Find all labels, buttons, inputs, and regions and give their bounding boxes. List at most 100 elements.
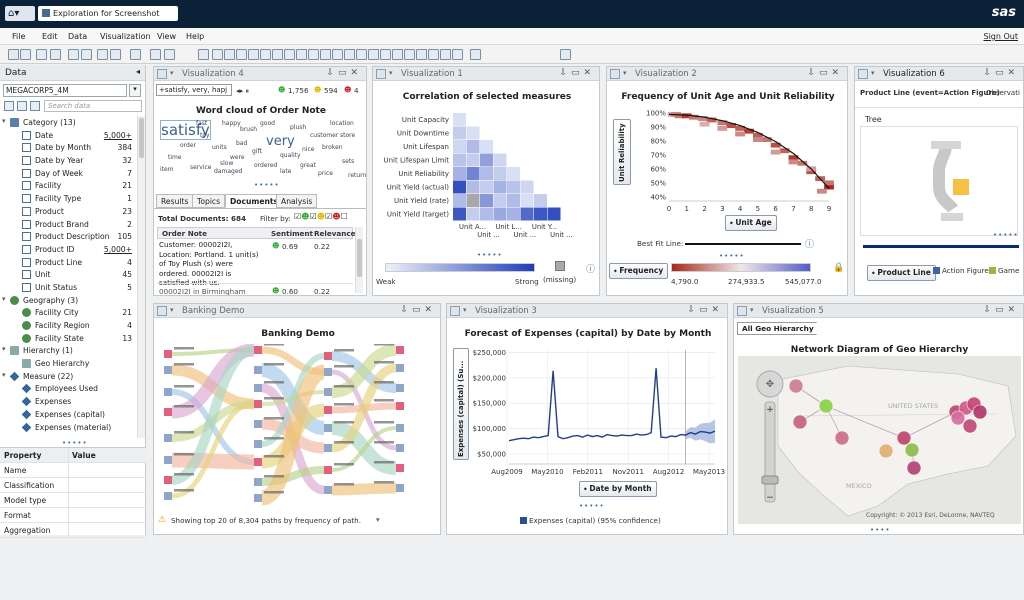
toolbar-button-icon[interactable] bbox=[380, 49, 391, 60]
data-source-select[interactable]: MEGACORP5_4M bbox=[3, 84, 127, 97]
toolbar-button-icon[interactable] bbox=[272, 49, 283, 60]
toolbar-button-icon[interactable] bbox=[8, 49, 19, 60]
property-row[interactable]: Format bbox=[0, 508, 146, 523]
search-data-input[interactable]: Search data bbox=[44, 100, 142, 112]
panel-close-icon[interactable]: ◂ bbox=[136, 67, 140, 76]
window-controls[interactable]: ⇩▭✕ bbox=[983, 68, 1019, 78]
tab-results[interactable]: Results bbox=[156, 194, 194, 208]
splitter-handle[interactable]: ••••• bbox=[993, 231, 1019, 239]
word-cloud-term[interactable]: damaged bbox=[214, 168, 242, 175]
property-row[interactable]: Name bbox=[0, 463, 146, 478]
toolbar-button-icon[interactable] bbox=[470, 49, 481, 60]
toolbar-button-icon[interactable] bbox=[296, 49, 307, 60]
property-row[interactable]: Model type bbox=[0, 493, 146, 508]
relevance-col[interactable]: Relevance bbox=[314, 229, 356, 238]
tab-topics[interactable]: Topics bbox=[192, 194, 226, 208]
word-cloud-term[interactable]: nice bbox=[302, 146, 314, 153]
word-cloud-term[interactable]: great bbox=[300, 162, 316, 169]
word-cloud-term[interactable]: happy bbox=[222, 120, 241, 127]
toolbar-button-icon[interactable] bbox=[260, 49, 271, 60]
word-cloud-term[interactable]: good bbox=[260, 120, 275, 127]
sort-items-icon[interactable] bbox=[30, 101, 40, 111]
word-cloud-term[interactable]: brush bbox=[240, 126, 257, 133]
word-cloud-term[interactable]: return bbox=[348, 172, 366, 179]
hide-items-icon[interactable] bbox=[17, 101, 27, 111]
menu-help[interactable]: Help bbox=[186, 32, 204, 41]
toolbar-button-icon[interactable] bbox=[560, 49, 571, 60]
toolbar-button-icon[interactable] bbox=[308, 49, 319, 60]
data-item[interactable]: ▾ Category (13) bbox=[0, 116, 136, 129]
x-axis-role-button[interactable]: ⬩ Unit Age bbox=[725, 215, 777, 231]
splitter-handle[interactable]: ••••• bbox=[62, 439, 88, 447]
frequency-role-button[interactable]: ⬩ Frequency bbox=[609, 263, 669, 279]
expand-icon[interactable]: ▾ bbox=[2, 295, 6, 303]
data-item[interactable]: Product Line 4 bbox=[0, 256, 136, 269]
y-axis-role-button[interactable]: Expenses (capital) (Su... bbox=[453, 348, 469, 460]
property-row[interactable]: Classification bbox=[0, 478, 146, 493]
toolbar-button-icon[interactable] bbox=[164, 49, 175, 60]
word-cloud-term[interactable]: very bbox=[266, 134, 295, 149]
data-item[interactable]: Date by Month 384 bbox=[0, 141, 136, 154]
data-item[interactable]: Facility State 13 bbox=[0, 332, 136, 345]
toolbar-button-icon[interactable] bbox=[452, 49, 463, 60]
word-cloud-term[interactable]: plush bbox=[290, 124, 306, 131]
window-controls[interactable]: ⇩▭✕ bbox=[807, 68, 843, 78]
data-item[interactable]: Facility Region 4 bbox=[0, 319, 136, 332]
window-controls[interactable]: ⇩▭✕ bbox=[687, 305, 723, 315]
word-cloud-term[interactable]: gift bbox=[252, 148, 262, 155]
term-filter-input[interactable]: +satisfy, very, hapj bbox=[156, 84, 232, 96]
document-row-note[interactable]: Customer: 00002I2I, Location: Portland. … bbox=[157, 240, 263, 288]
toolbar-button-icon[interactable] bbox=[368, 49, 379, 60]
expand-icon[interactable]: ▾ bbox=[2, 371, 6, 379]
lock-icon[interactable]: 🔒 bbox=[833, 263, 844, 273]
toolbar-button-icon[interactable] bbox=[130, 49, 141, 60]
data-source-menu-icon[interactable]: ▾ bbox=[129, 84, 141, 97]
toolbar-button-icon[interactable] bbox=[416, 49, 427, 60]
menu-view[interactable]: View bbox=[157, 32, 176, 41]
toolbar-button-icon[interactable] bbox=[81, 49, 92, 60]
chevron-down-icon[interactable]: ▾ bbox=[376, 515, 380, 524]
table-scrollbar[interactable] bbox=[355, 227, 363, 293]
splitter-handle[interactable]: ••••• bbox=[477, 251, 503, 259]
data-list-scrollbar[interactable] bbox=[137, 116, 145, 438]
word-cloud-term[interactable]: late bbox=[280, 168, 291, 175]
toolbar-button-icon[interactable] bbox=[212, 49, 223, 60]
toolbar-button-icon[interactable] bbox=[20, 49, 31, 60]
data-item[interactable]: Facility 21 bbox=[0, 179, 136, 192]
window-controls[interactable]: ⇩▭✕ bbox=[983, 305, 1019, 315]
toolbar-button-icon[interactable] bbox=[332, 49, 343, 60]
menu-file[interactable]: File bbox=[12, 32, 25, 41]
sentiment-filter-checkboxes[interactable]: ☑☻☑☻☑☻☐ bbox=[294, 212, 348, 221]
new-data-item-icon[interactable] bbox=[4, 101, 14, 111]
toolbar-button-icon[interactable] bbox=[110, 49, 121, 60]
expand-icon[interactable]: ▾ bbox=[2, 117, 6, 125]
word-cloud-term[interactable]: slow bbox=[220, 160, 233, 167]
data-item[interactable]: Product ID 5,000+ bbox=[0, 243, 136, 256]
window-controls[interactable]: ⇩▭✕ bbox=[400, 305, 436, 315]
play-controls[interactable]: ◂▸ ⏸ bbox=[236, 86, 249, 96]
splitter-handle[interactable]: ••••• bbox=[719, 252, 745, 260]
toolbar-button-icon[interactable] bbox=[344, 49, 355, 60]
document-tab[interactable]: Exploration for Screenshot bbox=[38, 6, 178, 21]
info-icon[interactable]: ⓘ bbox=[805, 237, 814, 250]
chevron-down-icon[interactable]: ▾ bbox=[170, 69, 174, 77]
product-line-button[interactable]: ⬩ Product Line bbox=[867, 265, 936, 281]
word-cloud-term[interactable]: time bbox=[168, 154, 182, 161]
info-icon[interactable]: ⓘ bbox=[586, 262, 595, 275]
chevron-down-icon[interactable]: ▾ bbox=[623, 69, 627, 77]
splitter-handle[interactable]: ••••• bbox=[254, 181, 280, 189]
data-item[interactable]: Date 5,000+ bbox=[0, 129, 136, 142]
order-note-col[interactable]: Order Note bbox=[162, 229, 207, 238]
toolbar-button-icon[interactable] bbox=[198, 49, 209, 60]
word-cloud-term[interactable]: service bbox=[190, 164, 212, 171]
data-item[interactable]: Day of Week 7 bbox=[0, 167, 136, 180]
toolbar-button-icon[interactable] bbox=[428, 49, 439, 60]
word-cloud-term[interactable]: broken bbox=[322, 144, 343, 151]
toolbar-button-icon[interactable] bbox=[224, 49, 235, 60]
data-item[interactable]: Employees Used bbox=[0, 382, 136, 395]
data-item[interactable]: Product Brand 2 bbox=[0, 218, 136, 231]
toolbar-button-icon[interactable] bbox=[36, 49, 47, 60]
data-item[interactable]: Product 23 bbox=[0, 205, 136, 218]
menu-edit[interactable]: Edit bbox=[42, 32, 58, 41]
toolbar-button-icon[interactable] bbox=[440, 49, 451, 60]
